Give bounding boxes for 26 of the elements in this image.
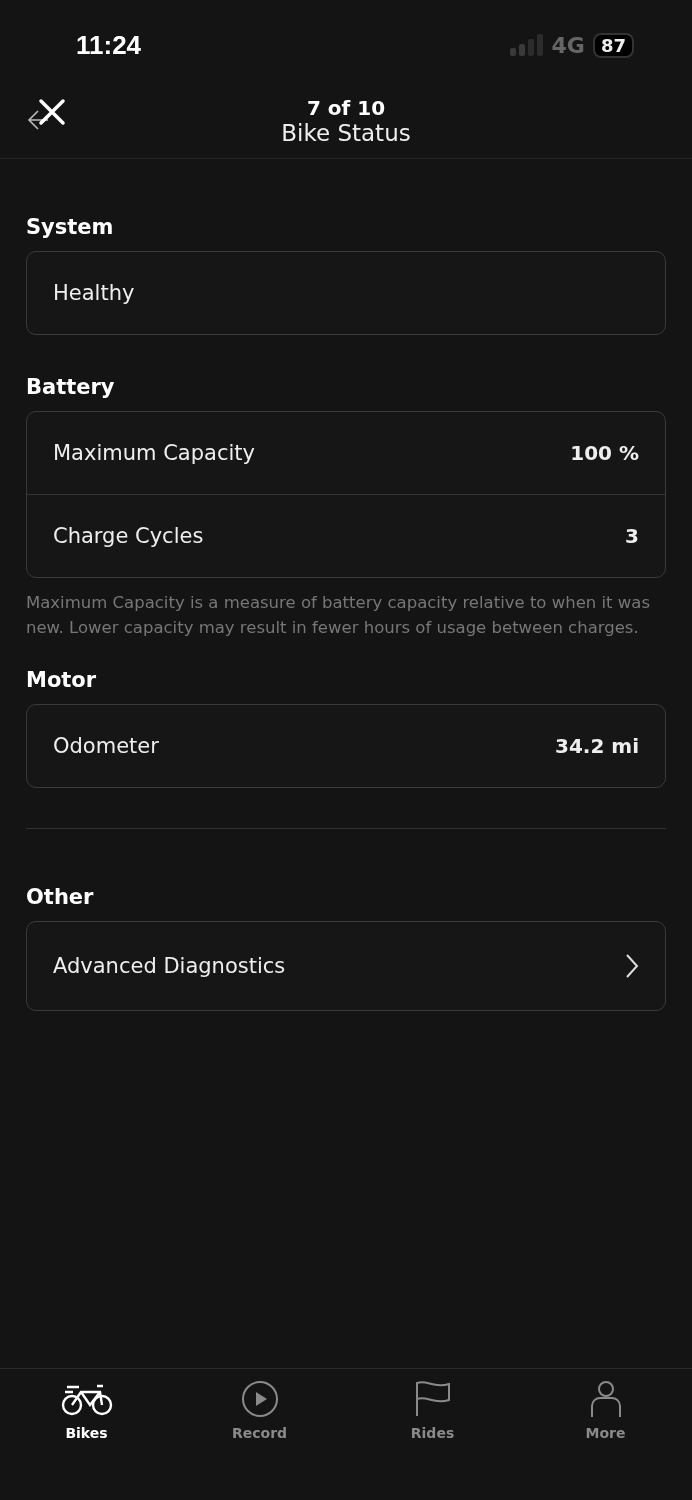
play-icon [240, 1379, 279, 1419]
battery-indicator: 87 [592, 32, 634, 58]
chevron-icon [625, 953, 639, 979]
tab[interactable]: Bikes [26, 1379, 147, 1500]
signal-icon [509, 34, 544, 56]
image-counter: 7 of 10 [306, 96, 386, 120]
help-text: Maximum Capacity is a measure of battery capacity relative to when it was new. Lower capacity may result in fewer hours of usage between charges. [26, 592, 651, 639]
section-title: Battery [26, 375, 115, 399]
back-arrow-icon[interactable] [26, 108, 50, 132]
flag-icon [413, 1379, 452, 1419]
tab[interactable]: Record [199, 1379, 320, 1500]
tab[interactable]: More [545, 1379, 666, 1500]
section-title: System [26, 215, 114, 239]
status-time: 11:24 [76, 29, 142, 61]
section-title: Other [26, 885, 94, 909]
screen-title: Bike Status [281, 120, 411, 146]
section-title: Motor [26, 668, 97, 692]
info-row: Charge Cycles 3 [27, 494, 665, 577]
tab[interactable]: Rides [372, 1379, 493, 1500]
info-row-text: Odometer 34.2 mi [52, 733, 640, 760]
info-row-text: Healthy [52, 280, 136, 307]
person-icon [589, 1379, 622, 1419]
list-item[interactable]: Advanced Diagnostics [27, 922, 665, 1010]
network-label: 4G [551, 32, 585, 58]
close-icon[interactable] [38, 98, 66, 126]
info-row-text: Maximum Capacity 100 % [52, 440, 640, 467]
